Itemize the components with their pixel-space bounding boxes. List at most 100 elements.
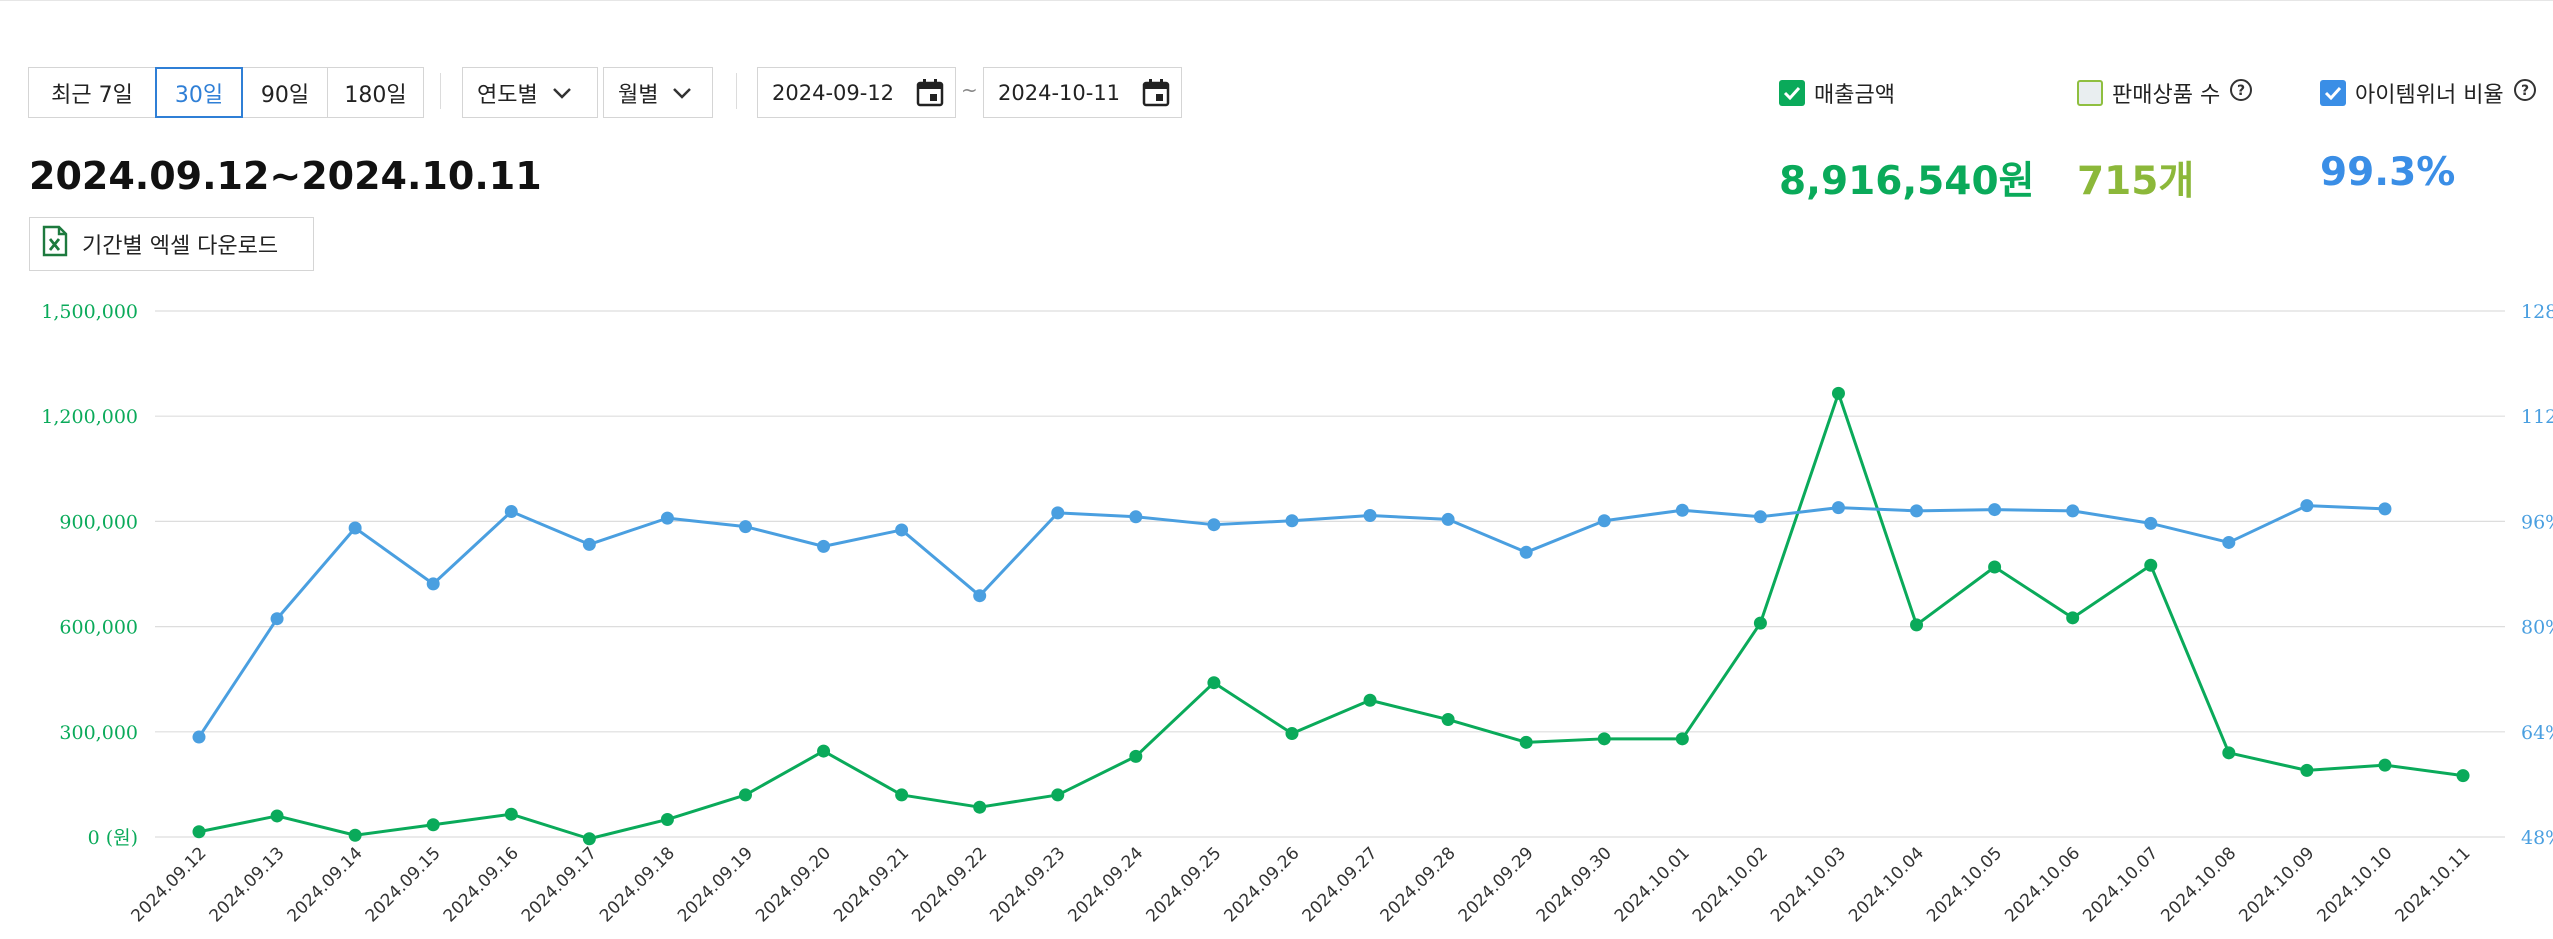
winner-data-point [1597, 514, 1611, 528]
sales-data-point [504, 807, 518, 821]
period-7days-button[interactable]: 최근 7일 [28, 67, 156, 118]
y-left-tick-label: 300,000 [59, 722, 138, 744]
sales-data-point [1129, 749, 1143, 763]
period-30days-button[interactable]: 30일 [155, 67, 243, 118]
sales-data-point [1519, 735, 1533, 749]
sales-data-point [1597, 732, 1611, 746]
x-tick-label: 2024.09.14 [284, 843, 367, 926]
sales-series-line [198, 391, 2464, 841]
metric-winner-toggle[interactable]: 아이템위너 비율 ? [2320, 77, 2537, 109]
sales-data-point [1285, 727, 1299, 741]
winner-data-point [1207, 518, 1221, 532]
sales-data-point [192, 825, 206, 839]
x-tick-label: 2024.09.29 [1455, 843, 1538, 926]
winner-data-point [973, 589, 987, 603]
checkbox-checked-icon[interactable] [2320, 80, 2346, 106]
winner-data-point [1519, 545, 1533, 559]
x-tick-label: 2024.10.05 [1923, 843, 2006, 926]
x-tick-label: 2024.10.10 [2314, 843, 2397, 926]
sales-data-point [1363, 693, 1377, 707]
excel-file-icon [42, 225, 68, 263]
sales-data-point [1831, 386, 1845, 400]
x-tick-label: 2024.09.23 [986, 843, 1069, 926]
x-tick-label: 2024.09.24 [1064, 843, 1147, 926]
sales-data-point [2222, 746, 2236, 760]
sales-data-point [348, 828, 362, 842]
metric-items-toggle[interactable]: 판매상품 수 ? [2077, 77, 2253, 109]
x-tick-label: 2024.10.09 [2235, 843, 2318, 926]
year-dropdown-label: 연도별 [477, 82, 538, 108]
metric-sales-toggle[interactable]: 매출금액 [1779, 77, 1895, 109]
month-dropdown[interactable]: 월별 [603, 67, 713, 118]
winner-data-point [348, 521, 362, 535]
sales-data-point [973, 800, 987, 814]
checkbox-unchecked-icon[interactable] [2077, 80, 2103, 106]
calendar-icon[interactable] [915, 78, 945, 113]
winner-data-point [1285, 514, 1299, 528]
chevron-down-icon [552, 80, 572, 105]
y-left-tick-label: 900,000 [59, 511, 138, 533]
metric-items-value: 715개 [2077, 159, 2195, 204]
y-right-tick-label: 48% [2521, 827, 2553, 849]
svg-text:?: ? [2237, 83, 2245, 99]
winner-data-point [2222, 535, 2236, 549]
sales-data-point [2300, 763, 2314, 777]
x-tick-label: 2024.09.19 [674, 843, 757, 926]
start-date-field[interactable]: 2024-09-12 [757, 67, 956, 118]
end-date-field[interactable]: 2024-10-11 [983, 67, 1182, 118]
x-tick-label: 2024.10.03 [1767, 843, 1850, 926]
x-tick-label: 2024.09.30 [1533, 843, 1616, 926]
period-button-group: 최근 7일 30일 90일 180일 [28, 67, 424, 118]
x-tick-label: 2024.09.15 [362, 843, 445, 926]
x-tick-label: 2024.10.01 [1611, 843, 1694, 926]
year-dropdown[interactable]: 연도별 [462, 67, 598, 118]
x-tick-label: 2024.10.11 [2392, 843, 2475, 926]
sales-data-point [1051, 788, 1065, 802]
svg-text:?: ? [2521, 83, 2529, 99]
period-90days-button[interactable]: 90일 [242, 67, 328, 118]
start-date-value: 2024-09-12 [772, 80, 895, 105]
excel-download-label: 기간별 엑셀 다운로드 [82, 234, 279, 259]
sales-chart: 0 (원) 48% 300,000 64% 600,000 80% 900,000 96% 1,… [41, 301, 2553, 926]
winner-data-point [817, 539, 831, 553]
help-icon[interactable]: ? [2229, 78, 2253, 108]
checkbox-checked-icon[interactable] [1779, 80, 1805, 106]
toolbar-divider [440, 73, 441, 109]
sales-data-point [1910, 618, 1924, 632]
sales-data-point [582, 832, 596, 846]
winner-data-point [1831, 501, 1845, 515]
winner-data-point [1910, 504, 1924, 518]
x-tick-label: 2024.09.17 [518, 843, 601, 926]
end-date-value: 2024-10-11 [998, 80, 1121, 105]
x-tick-label: 2024.09.25 [1142, 843, 1225, 926]
x-tick-label: 2024.09.20 [752, 843, 835, 926]
winner-series-line [197, 504, 2386, 738]
x-tick-label: 2024.09.28 [1377, 843, 1460, 926]
period-180days-button[interactable]: 180일 [327, 67, 424, 118]
sales-data-point [426, 818, 440, 832]
y-right-tick-label: 128% [2521, 301, 2553, 323]
x-tick-label: 2024.09.16 [440, 843, 523, 926]
sales-data-point [2144, 558, 2158, 572]
sales-data-point [817, 744, 831, 758]
x-tick-label: 2024.10.02 [1689, 843, 1772, 926]
winner-data-point [1363, 508, 1377, 522]
x-tick-label: 2024.09.26 [1221, 843, 1304, 926]
sales-data-point [2456, 769, 2470, 783]
y-right-tick-label: 64% [2521, 722, 2553, 744]
x-tick-label: 2024.10.04 [1845, 843, 1928, 926]
sales-data-point [270, 809, 284, 823]
winner-data-point [895, 523, 909, 537]
winner-data-point [2144, 516, 2158, 530]
chevron-down-icon [672, 80, 692, 105]
help-icon[interactable]: ? [2513, 78, 2537, 108]
sales-data-point [2066, 611, 2080, 625]
excel-download-button[interactable]: 기간별 엑셀 다운로드 [29, 217, 314, 271]
metric-winner-value: 99.3% [2320, 150, 2456, 195]
sales-data-point [660, 812, 674, 826]
top-divider [0, 0, 2553, 1]
metric-sales-value: 8,916,540원 [1779, 159, 2035, 204]
calendar-icon[interactable] [1141, 78, 1171, 113]
winner-data-point [1051, 506, 1065, 520]
sales-data-point [1441, 713, 1455, 727]
